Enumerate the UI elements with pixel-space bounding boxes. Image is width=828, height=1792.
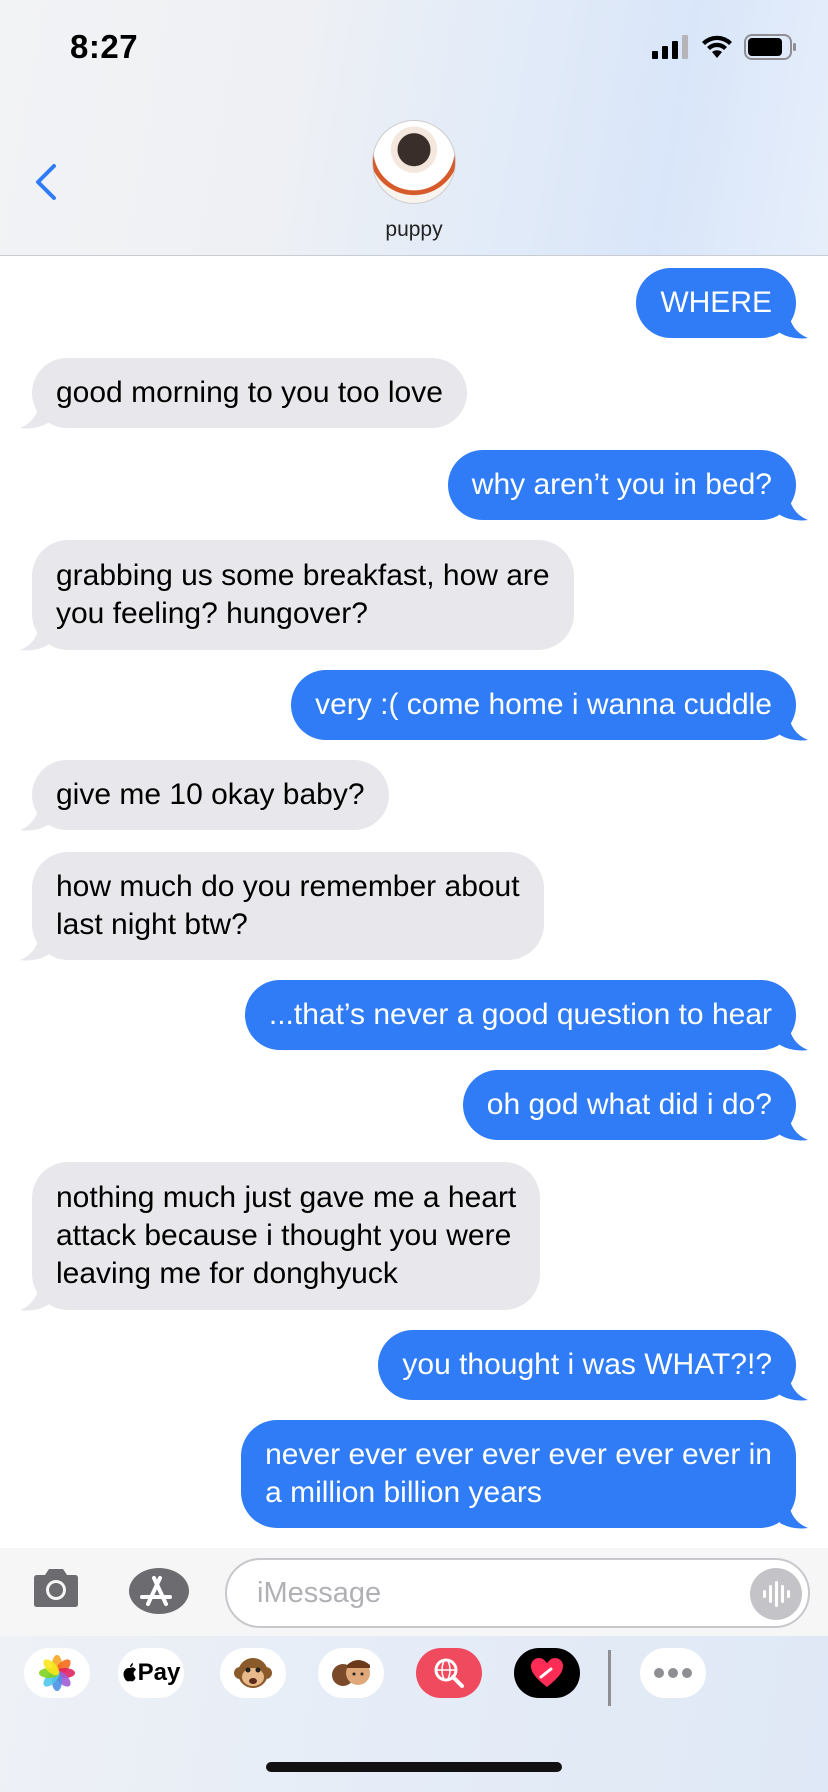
message-text: never ever ever ever ever ever ever in a… — [265, 1438, 772, 1509]
audio-message-button[interactable] — [750, 1568, 802, 1620]
status-icons — [652, 34, 798, 60]
digital-touch-app-button[interactable] — [514, 1648, 580, 1698]
message-input[interactable]: iMessage — [225, 1558, 810, 1628]
outgoing-message-bubble[interactable]: WHERE — [636, 268, 808, 339]
bubble-tail-icon — [778, 309, 808, 339]
animoji-app-button[interactable] — [220, 1648, 286, 1698]
cellular-signal-icon — [652, 35, 688, 59]
wifi-icon — [702, 35, 732, 58]
globe-search-icon — [434, 1658, 464, 1688]
app-store-icon[interactable] — [126, 1566, 190, 1616]
waveform-icon — [763, 1581, 790, 1607]
memoji-app-button[interactable] — [318, 1648, 384, 1698]
apple-pay-app-button[interactable]: Pay — [118, 1648, 184, 1698]
image-search-app-button[interactable] — [416, 1648, 482, 1698]
back-chevron-icon[interactable] — [30, 160, 66, 204]
message-text: oh god what did i do? — [486, 1088, 772, 1121]
photos-app-button[interactable] — [24, 1648, 90, 1698]
message-text: you thought i was WHAT?!? — [402, 1348, 772, 1381]
bubble-tail-icon — [778, 1499, 808, 1529]
camera-icon[interactable] — [30, 1566, 82, 1610]
incoming-message-bubble[interactable]: good morning to you too love — [20, 358, 467, 429]
outgoing-message-bubble[interactable]: you thought i was WHAT?!? — [378, 1330, 808, 1401]
home-indicator[interactable] — [266, 1762, 562, 1772]
photos-app-icon — [39, 1655, 75, 1691]
incoming-message-bubble[interactable]: give me 10 okay baby? — [20, 760, 389, 831]
message-text: very :( come home i wanna cuddle — [315, 688, 772, 721]
contact-avatar[interactable] — [372, 120, 456, 204]
app-drawer-divider — [608, 1650, 611, 1706]
bubble-tail-icon — [20, 801, 50, 831]
message-text: nothing much just gave me a heart attack… — [56, 1181, 517, 1290]
message-text: give me 10 okay baby? — [56, 778, 365, 811]
bubble-tail-icon — [778, 1021, 808, 1051]
outgoing-message-bubble[interactable]: very :( come home i wanna cuddle — [291, 670, 808, 741]
bubble-tail-icon — [20, 621, 50, 651]
incoming-message-bubble[interactable]: how much do you remember about last nigh… — [20, 852, 544, 961]
message-text: how much do you remember about last nigh… — [56, 870, 520, 941]
bubble-tail-icon — [778, 491, 808, 521]
incoming-message-bubble[interactable]: nothing much just gave me a heart attack… — [20, 1162, 541, 1311]
ellipsis-icon — [654, 1668, 692, 1678]
more-apps-button[interactable] — [640, 1648, 706, 1698]
apple-pay-label: Pay — [137, 1659, 181, 1686]
message-text: ...that’s never a good question to hear — [268, 998, 772, 1031]
bubble-tail-icon — [20, 399, 50, 429]
message-input-placeholder: iMessage — [257, 1576, 382, 1609]
message-text: good morning to you too love — [56, 376, 443, 409]
bubble-tail-icon — [20, 1281, 50, 1311]
memoji-icon — [332, 1660, 370, 1686]
contact-name[interactable]: puppy — [0, 218, 828, 242]
outgoing-message-bubble[interactable]: oh god what did i do? — [462, 1070, 808, 1141]
apple-logo-icon — [123, 1663, 136, 1682]
bubble-tail-icon — [20, 931, 50, 961]
bubble-tail-icon — [778, 711, 808, 741]
status-time: 8:27 — [70, 28, 139, 65]
incoming-message-bubble[interactable]: grabbing us some breakfast, how are you … — [20, 540, 574, 651]
battery-icon — [744, 34, 796, 60]
message-text: why aren’t you in bed? — [471, 468, 772, 501]
monkey-icon — [234, 1658, 272, 1688]
bubble-tail-icon — [778, 1371, 808, 1401]
message-text: grabbing us some breakfast, how are you … — [56, 559, 550, 630]
message-text: WHERE — [660, 286, 772, 319]
bubble-tail-icon — [778, 1111, 808, 1141]
outgoing-message-bubble[interactable]: never ever ever ever ever ever ever in a… — [241, 1420, 808, 1529]
outgoing-message-bubble[interactable]: ...that’s never a good question to hear — [244, 980, 808, 1051]
heart-touch-icon — [531, 1658, 563, 1687]
outgoing-message-bubble[interactable]: why aren’t you in bed? — [447, 450, 808, 521]
